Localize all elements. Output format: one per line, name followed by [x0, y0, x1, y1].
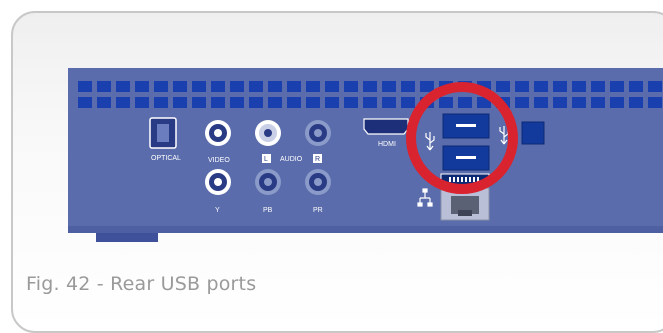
vent-slot [363, 81, 377, 92]
vent-slot [610, 97, 624, 108]
rca-video [205, 120, 231, 146]
vent-slot [306, 97, 320, 108]
vent-slot [230, 97, 244, 108]
video-label: VIDEO [208, 157, 230, 164]
vent-slot [287, 81, 301, 92]
vent-slot [249, 81, 263, 92]
rca-y [205, 169, 231, 195]
rca-pr [305, 169, 331, 195]
vent-slot [382, 97, 396, 108]
rca-audio-left [255, 120, 281, 146]
vent-slot [515, 81, 529, 92]
vent-slot [78, 81, 92, 92]
vent-slot [344, 97, 358, 108]
vent-slot [97, 81, 111, 92]
rear-panel [68, 68, 663, 233]
vent-slot [439, 97, 453, 108]
vent-slot [211, 81, 225, 92]
vent-slot [458, 97, 472, 108]
vent-slot [553, 81, 567, 92]
pr-label: PR [313, 207, 323, 214]
rca-audio-right [305, 120, 331, 146]
vent-slot [116, 97, 130, 108]
vent-slot [325, 97, 339, 108]
vent-slot [287, 97, 301, 108]
vent-slot [97, 97, 111, 108]
vent-slot [173, 97, 187, 108]
vent-slot [135, 81, 149, 92]
vent-slot [610, 81, 624, 92]
vent-slot [648, 81, 662, 92]
vent-slot [154, 81, 168, 92]
vent-slot [268, 81, 282, 92]
side-connector [521, 121, 545, 145]
vent-slot [515, 97, 529, 108]
vent-slot [154, 97, 168, 108]
vent-slot [401, 97, 415, 108]
vent-slot [572, 81, 586, 92]
rear-panel-illustration: OPTICAL VIDEO L AUDIO R Y PB PR HDMI [68, 68, 663, 242]
usb-port-bottom [442, 145, 490, 171]
optical-port: OPTICAL [149, 117, 181, 162]
vent-slot [363, 97, 377, 108]
vent-slot [420, 81, 434, 92]
vent-slot [192, 81, 206, 92]
hdmi-label: HDMI [378, 141, 396, 148]
vent-slot [211, 97, 225, 108]
usb-port-top [442, 113, 490, 139]
vent-slot [648, 97, 662, 108]
vent-slot [268, 97, 282, 108]
figure-caption: Fig. 42 - Rear USB ports [26, 273, 257, 295]
vent-slot [629, 97, 643, 108]
vent-slot [382, 81, 396, 92]
audio-label: AUDIO [280, 156, 303, 163]
optical-label: OPTICAL [151, 155, 181, 162]
vent-slot [325, 81, 339, 92]
vent-slot [534, 97, 548, 108]
vent-slot [572, 97, 586, 108]
vent-slot [173, 81, 187, 92]
vent-slot [629, 81, 643, 92]
vent-slot [553, 97, 567, 108]
vent-slot [78, 97, 92, 108]
vent-slot [401, 81, 415, 92]
vent-slot [534, 81, 548, 92]
vent-slot [591, 81, 605, 92]
audio-left-label: L [264, 156, 268, 163]
rca-pb [255, 169, 281, 195]
audio-right-label: R [315, 156, 320, 163]
vent-slot [230, 81, 244, 92]
vent-slot [135, 97, 149, 108]
vent-slot [116, 81, 130, 92]
vent-slot [249, 97, 263, 108]
vent-slot [591, 97, 605, 108]
y-label: Y [215, 207, 220, 214]
vent-slot [192, 97, 206, 108]
vent-slot [306, 81, 320, 92]
vent-slot [344, 81, 358, 92]
pb-label: PB [263, 207, 273, 214]
vent-slot [496, 81, 510, 92]
